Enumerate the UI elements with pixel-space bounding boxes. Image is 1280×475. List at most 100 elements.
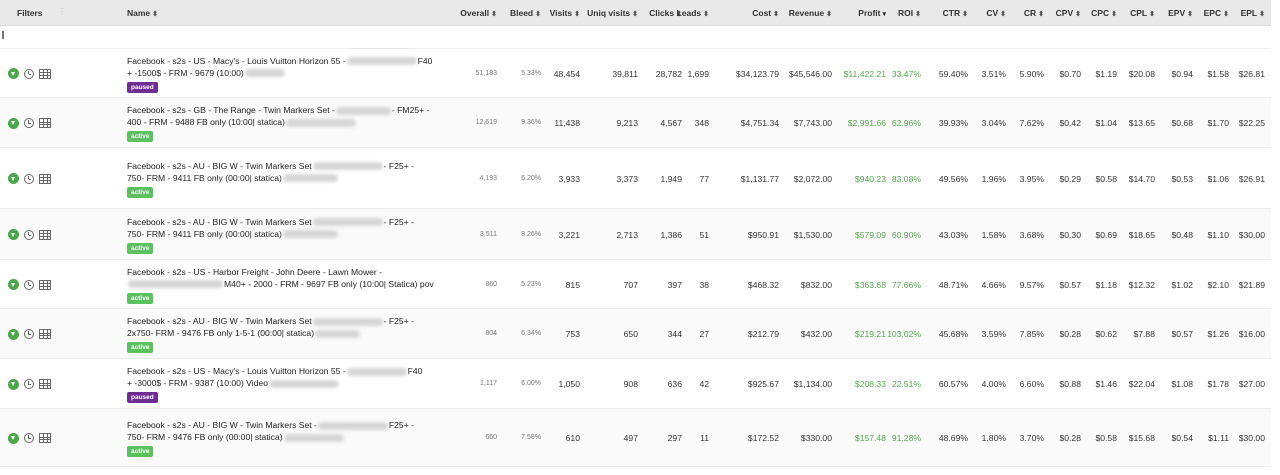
table-icon[interactable]: [39, 279, 51, 290]
table-row[interactable]: Facebook - s2s - US - Harbor Freight - J…: [0, 260, 1271, 309]
sort-icon[interactable]: ⬍: [152, 11, 158, 18]
clock-icon[interactable]: [24, 118, 34, 128]
column-header-profit[interactable]: Profit ▾: [858, 0, 886, 26]
column-header-leads[interactable]: Leads ⬍: [677, 0, 709, 26]
column-header-cost[interactable]: Cost ⬍: [752, 0, 779, 26]
column-header-roi[interactable]: ROI ⬍: [898, 0, 921, 26]
sort-icon[interactable]: ⬍: [962, 11, 968, 18]
column-header-epv[interactable]: EPV ⬍: [1168, 0, 1193, 26]
table-icon[interactable]: [39, 379, 51, 389]
column-header-epl[interactable]: EPL ⬍: [1241, 0, 1265, 26]
column-header-revenue[interactable]: Revenue ⬍: [789, 0, 832, 26]
column-header-cpl[interactable]: CPL ⬍: [1130, 0, 1155, 26]
play-circle-icon[interactable]: [8, 378, 19, 390]
cell-ctr: 45.68%: [938, 329, 968, 339]
cell-cost: $1,131.77: [740, 173, 779, 184]
cell-cr: 7.62%: [1019, 118, 1044, 128]
cell-clicks: 4,567: [660, 118, 682, 128]
column-header-visits[interactable]: Visits ⬍: [550, 0, 580, 26]
play-circle-icon[interactable]: [8, 328, 19, 340]
campaign-name[interactable]: Facebook - s2s - US - Macy's - Louis Vui…: [127, 55, 433, 93]
campaign-name[interactable]: Facebook - s2s - US - Macy's - Louis Vui…: [127, 365, 422, 403]
clock-icon[interactable]: [24, 433, 34, 443]
clock-icon[interactable]: [24, 68, 34, 79]
sort-icon[interactable]: ⬍: [491, 11, 497, 18]
campaign-name[interactable]: Facebook - s2s - GB - The Range - Twin M…: [127, 104, 429, 142]
sort-icon[interactable]: ⬍: [1038, 11, 1044, 18]
clock-icon[interactable]: [24, 173, 34, 184]
table-row[interactable]: Facebook - s2s - GB - The Range - Twin M…: [0, 98, 1271, 148]
cell-cr: 5.90%: [1019, 68, 1044, 79]
sort-icon[interactable]: ⬍: [703, 11, 709, 18]
campaign-name[interactable]: Facebook - s2s - AU - BIG W - Twin Marke…: [127, 216, 417, 254]
sort-icon[interactable]: ⬍: [826, 11, 832, 18]
status-badge: active: [127, 186, 154, 198]
cell-epc: $1.06: [1207, 173, 1229, 184]
filters-header[interactable]: Filters: [17, 0, 43, 26]
sort-icon[interactable]: ⬍: [1149, 11, 1155, 18]
column-header-cv[interactable]: CV ⬍: [986, 0, 1006, 26]
sort-icon[interactable]: ⬍: [632, 11, 638, 18]
table-icon[interactable]: [39, 118, 51, 128]
campaign-name[interactable]: Facebook - s2s - AU - BIG W - Twin Marke…: [127, 315, 417, 353]
column-header-ctr[interactable]: CTR ⬍: [943, 0, 968, 26]
clock-icon[interactable]: [24, 329, 34, 339]
cell-overall: 4,193: [479, 174, 497, 182]
sort-icon[interactable]: ⬍: [1259, 11, 1265, 18]
column-label: EPL: [1240, 8, 1258, 18]
table-icon[interactable]: [39, 433, 51, 443]
table-icon[interactable]: [39, 329, 51, 339]
cell-profit: $579.09: [854, 229, 886, 240]
sort-icon[interactable]: ⬍: [1187, 11, 1193, 18]
table-icon[interactable]: [39, 229, 51, 240]
play-circle-icon[interactable]: [8, 229, 19, 240]
campaign-name-line2: 750- FRM - 9411 FB only (00:00| statica): [127, 172, 417, 184]
column-header-name[interactable]: Name ⬍: [127, 0, 158, 26]
sort-icon[interactable]: ⬍: [1223, 11, 1229, 18]
table-row[interactable]: Facebook - s2s - US - Macy's - Louis Vui…: [0, 49, 1271, 98]
sort-desc-icon[interactable]: ▾: [882, 11, 886, 18]
play-circle-icon[interactable]: [8, 279, 19, 290]
table-row[interactable]: Facebook - s2s - AU - BIG W - Twin Marke…: [0, 148, 1271, 209]
status-badge: paused: [127, 392, 158, 403]
column-header-bleed[interactable]: Bleed ⬍: [510, 0, 541, 26]
table-row[interactable]: Facebook - s2s - AU - BIG W - Twin Marke…: [0, 409, 1271, 467]
cell-ctr: 43.03%: [938, 229, 968, 240]
column-label: CV: [986, 8, 999, 18]
campaign-name[interactable]: Facebook - s2s - US - Harbor Freight - J…: [127, 266, 434, 304]
table-row[interactable]: Facebook - s2s - US - Macy's - Louis Vui…: [0, 359, 1271, 409]
sort-icon[interactable]: ⬍: [1000, 11, 1006, 18]
table-row[interactable]: Facebook - s2s - AU - BIG W - Twin Marke…: [0, 209, 1271, 260]
sort-icon[interactable]: ⬍: [915, 11, 921, 18]
sort-icon[interactable]: ⬍: [1075, 11, 1081, 18]
redacted-text: [282, 230, 338, 239]
column-header-epc[interactable]: EPC ⬍: [1204, 0, 1229, 26]
column-label: Name: [127, 8, 151, 18]
column-header-uniq[interactable]: Uniq visits ⬍: [587, 0, 638, 26]
sort-icon[interactable]: ⬍: [773, 11, 779, 18]
table-row[interactable]: Facebook - s2s - AU - BIG W - Twin Marke…: [0, 309, 1271, 359]
clock-icon[interactable]: [24, 279, 34, 290]
table-icon[interactable]: [39, 68, 51, 79]
column-header-overall[interactable]: Overall ⬍: [460, 0, 497, 26]
sort-icon[interactable]: ⬍: [535, 11, 541, 18]
column-header-cr[interactable]: CR ⬍: [1024, 0, 1044, 26]
clock-icon[interactable]: [24, 229, 34, 240]
filters-resize-icon[interactable]: ⋮: [58, 7, 68, 19]
cell-profit: $363.68: [854, 279, 886, 290]
cell-ctr: 48.71%: [938, 279, 968, 290]
table-icon[interactable]: [39, 173, 51, 184]
column-header-cpv[interactable]: CPV ⬍: [1056, 0, 1081, 26]
sort-icon[interactable]: ⬍: [574, 11, 580, 18]
campaign-name[interactable]: Facebook - s2s - AU - BIG W - Twin Marke…: [127, 419, 417, 457]
column-header-cpc[interactable]: CPC ⬍: [1091, 0, 1117, 26]
sort-icon[interactable]: ⬍: [1111, 11, 1117, 18]
play-circle-icon[interactable]: [8, 117, 19, 129]
play-circle-icon[interactable]: [8, 173, 19, 184]
play-circle-icon[interactable]: [8, 68, 19, 79]
cell-leads: 348: [694, 118, 709, 128]
clock-icon[interactable]: [24, 379, 34, 389]
campaign-name-line1: Facebook - s2s - US - Macy's - Louis Vui…: [127, 55, 433, 66]
campaign-name[interactable]: Facebook - s2s - AU - BIG W - Twin Marke…: [127, 160, 417, 198]
play-circle-icon[interactable]: [8, 432, 19, 444]
